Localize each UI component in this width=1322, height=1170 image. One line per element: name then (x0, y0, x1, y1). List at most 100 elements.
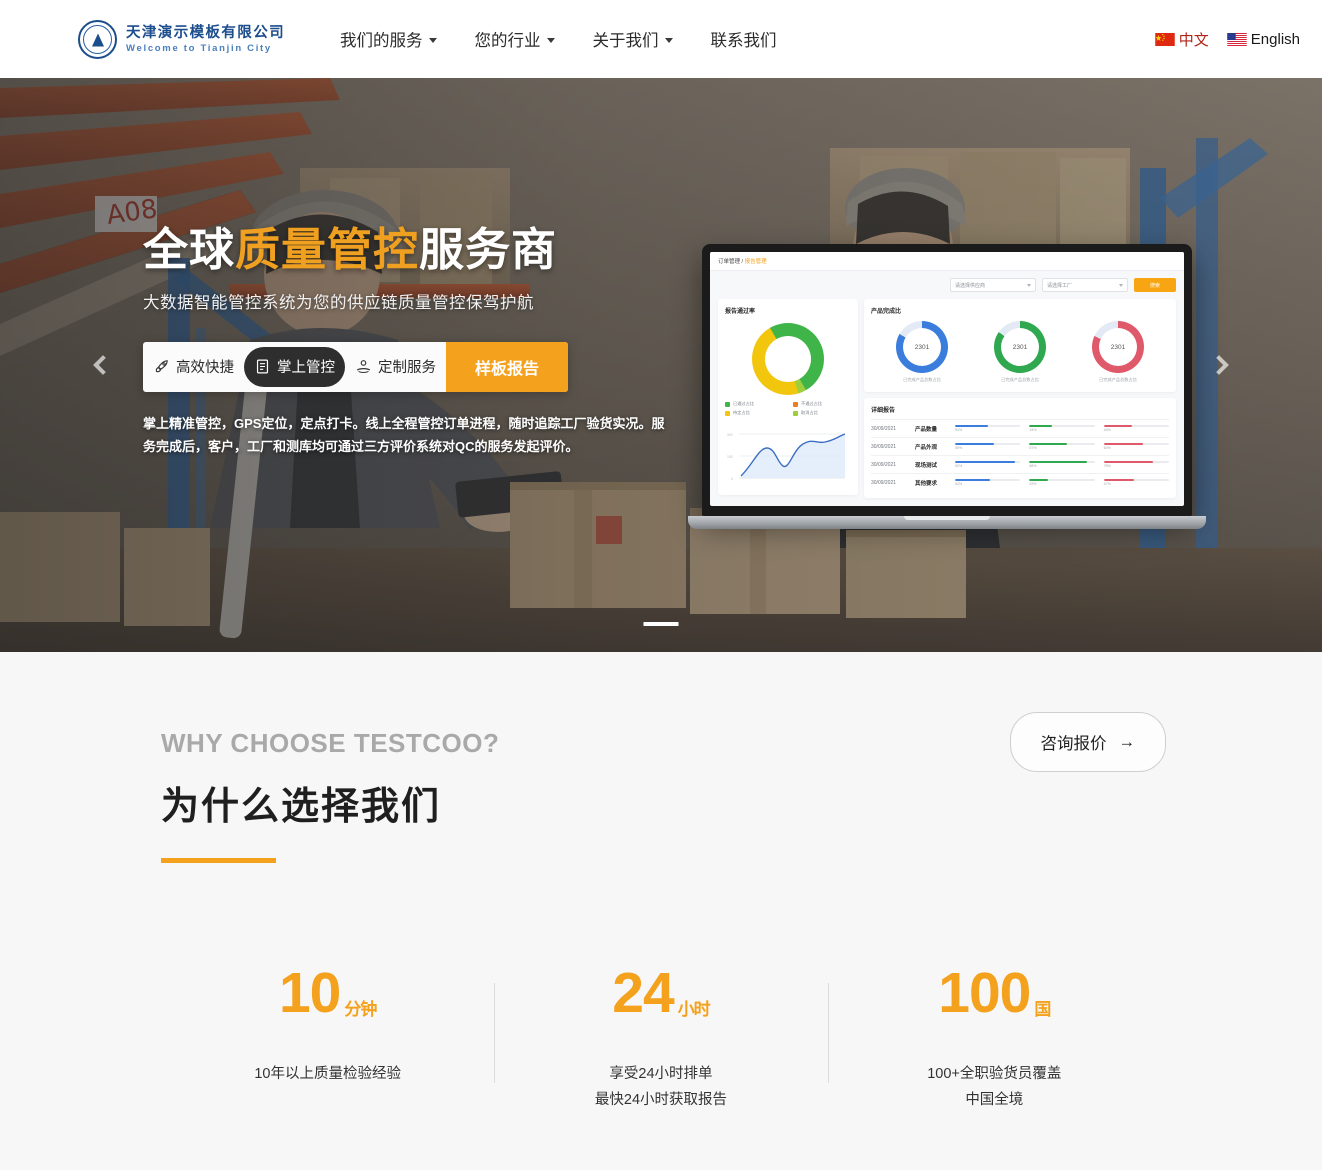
hero-title-post: 服务商 (419, 224, 558, 275)
language-label-english: English (1250, 30, 1300, 48)
hero-tab-group: 高效快捷 掌上管控 定制服务 样板报告 (143, 341, 568, 392)
svg-text:150: 150 (727, 455, 733, 459)
pass-rate-legend: 已通过占比 不通过占比 待定占比 取消占比 (725, 401, 851, 416)
supplier-select-placeholder: 请选择供应商 (955, 282, 986, 289)
stat-description: 10年以上质量检验经验 (161, 1062, 494, 1088)
completion-caption: 已完成产品总数占比 (903, 377, 941, 382)
language-option-english[interactable]: English (1227, 31, 1300, 48)
stat-description: 100+全职验货员覆盖 中国全境 (828, 1062, 1161, 1114)
logo[interactable]: 天津演示模板有限公司 Welcome to Tianjin City (78, 19, 285, 59)
site-header: 天津演示模板有限公司 Welcome to Tianjin City 我们的服务… (0, 0, 1322, 78)
svg-text:0: 0 (731, 477, 733, 481)
carousel-indicator-active[interactable] (643, 622, 679, 626)
legend-item: 待定占比 (725, 410, 783, 416)
report-name: 产品外观 (915, 444, 938, 451)
report-date: 30/09/2021 (871, 443, 897, 450)
bar-pct: 51% (955, 428, 963, 433)
legend-label: 不通过占比 (801, 401, 822, 406)
completion-caption: 已完成产品总数占比 (1001, 377, 1039, 382)
factory-select[interactable]: 请选择工厂 (1042, 278, 1128, 292)
breadcrumb-parent[interactable]: 订单管理 (718, 259, 740, 265)
factory-select-placeholder: 请选择工厂 (1047, 282, 1073, 289)
hero-text-block: 全球质量管控服务商 大数据智能管控系统为您的供应链质量管控保驾护航 高效快捷 掌… (143, 224, 688, 458)
legend-label: 取消占比 (801, 410, 818, 415)
table-row: 30/09/2021 其他要求 53% 29% 47% (871, 473, 1169, 491)
stat-item-experience: 10 分钟 10年以上质量检验经验 (161, 965, 494, 1114)
completion-card: 产品完成比 2301 已完成产品总数占比 2301 已完成产品总数占比 2301… (864, 299, 1176, 392)
hero-tab-label: 高效快捷 (176, 360, 234, 377)
completion-title: 产品完成比 (871, 309, 902, 315)
hand-service-icon (356, 360, 371, 374)
trend-sparkline-chart: 300 150 0 (725, 424, 851, 488)
carousel-indicators (643, 622, 679, 626)
pass-rate-title: 报告通过率 (725, 309, 756, 315)
bar-pct: 75% (1103, 464, 1111, 469)
page-title: 为什么选择我们 (161, 786, 442, 828)
hero-title: 全球质量管控服务商 (143, 224, 688, 276)
report-name: 现场测试 (915, 462, 938, 469)
hero-tab-custom-service[interactable]: 定制服务 (345, 342, 446, 392)
nav-label: 您的行业 (474, 32, 541, 50)
legend-item: 取消占比 (793, 410, 851, 416)
detail-report-title: 详细报告 (871, 408, 896, 414)
report-date: 30/09/2021 (871, 479, 897, 486)
legend-item: 已通过占比 (725, 401, 783, 407)
language-option-chinese[interactable]: 中文 (1155, 29, 1209, 50)
chevron-down-icon (546, 37, 555, 43)
report-date: 30/09/2021 (871, 425, 897, 432)
chevron-down-icon (1119, 283, 1123, 287)
logo-company-name: 天津演示模板有限公司 (126, 24, 285, 41)
laptop-base (688, 516, 1206, 529)
hero-description: 掌上精准管控，GPS定位，定点打卡。线上全程管控订单进程，随时追踪工厂验货实况。… (143, 415, 665, 454)
dashboard-filter-bar: 请选择供应商 请选择工厂 搜索 (710, 271, 1184, 299)
language-switcher: 中文 English (1155, 29, 1300, 50)
stat-number: 10 (278, 961, 341, 1025)
request-quote-button[interactable]: 咨询报价 → (1009, 712, 1166, 772)
legend-label: 待定占比 (733, 410, 750, 415)
bar-pct: 34% (1029, 428, 1037, 433)
stat-desc-line: 享受24小时排单 (609, 1066, 713, 1082)
bar-pct: 43% (1103, 428, 1111, 433)
stat-number-wrap: 24 小时 (612, 965, 710, 1022)
bar-pct: 59% (955, 446, 963, 451)
logo-tagline: Welcome to Tianjin City (126, 42, 272, 54)
rocket-icon (155, 360, 168, 373)
stat-desc-line: 10年以上质量检验经验 (254, 1066, 401, 1082)
completion-donut-item: 2301 已完成产品总数占比 (896, 321, 948, 383)
hero-tab-efficient[interactable]: 高效快捷 (143, 342, 244, 392)
hero-title-pre: 全球 (143, 224, 236, 275)
chevron-down-icon (428, 37, 437, 43)
completion-value: 2301 (1110, 343, 1126, 351)
stat-unit: 国 (1034, 1000, 1051, 1019)
stats-row: 10 分钟 10年以上质量检验经验 24 小时 享受24小时排单 最快24小时获… (161, 863, 1161, 1114)
nav-label: 我们的服务 (340, 32, 423, 50)
legend-item: 不通过占比 (793, 401, 851, 407)
nav-item-industries[interactable]: 您的行业 (475, 27, 555, 51)
dashboard-search-button[interactable]: 搜索 (1134, 278, 1176, 292)
chevron-left-icon (93, 355, 113, 375)
breadcrumb-current: 报告管理 (744, 259, 767, 265)
nav-item-services[interactable]: 我们的服务 (340, 27, 437, 51)
nav-item-contact[interactable]: 联系我们 (711, 27, 777, 51)
carousel-next-button[interactable] (1204, 350, 1234, 380)
dashboard-breadcrumb: 订单管理 / 报告管理 (710, 252, 1184, 271)
stat-desc-line: 最快24小时获取报告 (594, 1091, 728, 1108)
bar-pct: 60% (1103, 446, 1111, 451)
table-row: 30/09/2021 现场测试 92% 88% 75% (871, 455, 1169, 473)
title-underline (161, 858, 276, 863)
supplier-select[interactable]: 请选择供应商 (950, 278, 1036, 292)
bar-pct: 92% (955, 464, 963, 469)
completion-donut-item: 2301 已完成产品总数占比 (994, 321, 1046, 383)
nav-item-about[interactable]: 关于我们 (593, 27, 673, 51)
svg-text:300: 300 (727, 433, 733, 437)
carousel-prev-button[interactable] (88, 350, 118, 380)
chevron-down-icon (664, 37, 673, 43)
nav-label: 联系我们 (710, 32, 777, 50)
hero-tab-label: 掌上管控 (277, 360, 335, 377)
stat-unit: 分钟 (344, 1000, 377, 1019)
hero-tab-mobile-control[interactable]: 掌上管控 (244, 346, 345, 387)
hero-title-highlight: 质量管控 (235, 224, 420, 275)
arrow-right-icon: → (1118, 732, 1136, 751)
sample-report-button[interactable]: 样板报告 (446, 341, 568, 392)
bar-pct: 29% (1029, 482, 1037, 487)
